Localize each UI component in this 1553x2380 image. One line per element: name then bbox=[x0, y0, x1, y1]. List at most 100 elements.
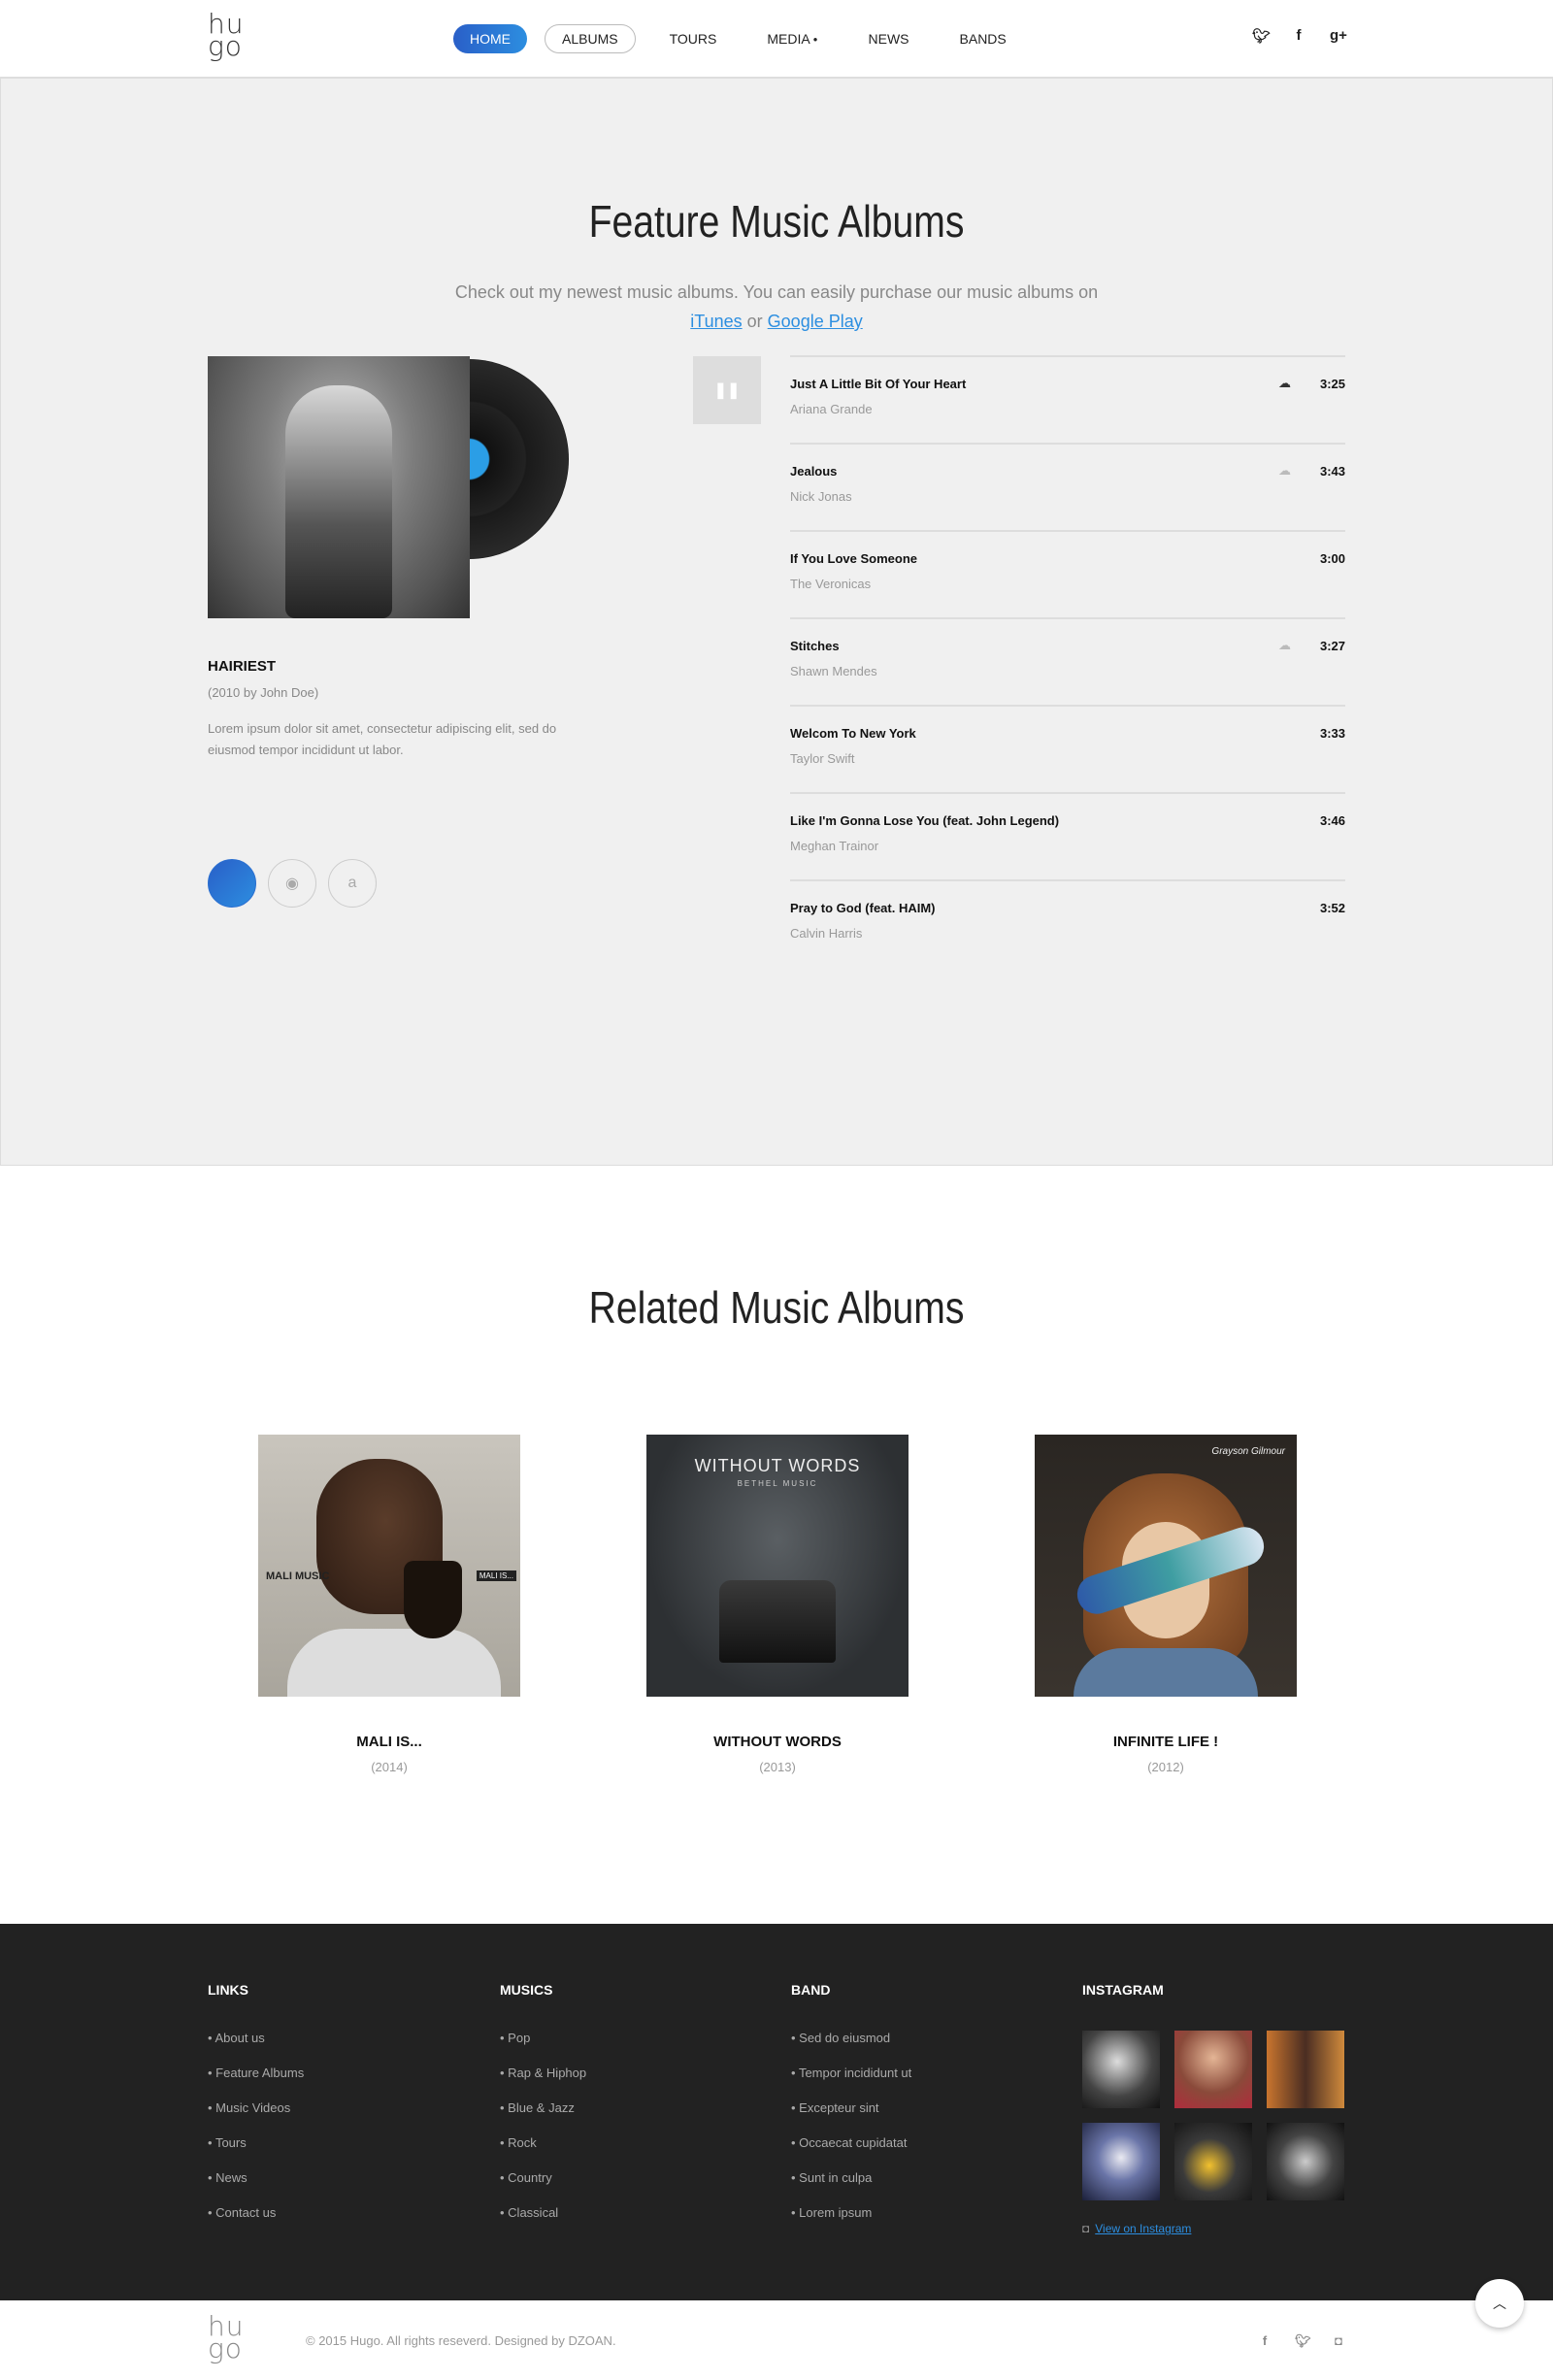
chevron-up-icon: ︿ bbox=[1493, 2296, 1506, 2311]
related-album-item[interactable]: WITHOUT WORDS BETHEL MUSIC WITHOUT WORDS… bbox=[646, 1435, 909, 1774]
track-duration: 3:33 bbox=[1319, 726, 1345, 741]
track-artist: Ariana Grande bbox=[790, 402, 873, 416]
track-row[interactable]: Jealous Nick Jonas 3:43 ☁ bbox=[790, 443, 1345, 530]
footer-link[interactable]: • Feature Albums bbox=[208, 2066, 304, 2100]
related-album-item[interactable]: Grayson Gilmour INFINITE LIFE ! (2012) bbox=[1035, 1435, 1297, 1774]
site-header: hu go Home Albums Tours Media ● News Band… bbox=[0, 0, 1553, 78]
instagram-photo[interactable] bbox=[1174, 2031, 1252, 2108]
apple-store-button[interactable] bbox=[208, 859, 256, 908]
footer-band-link[interactable]: • Occaecat cupidatat bbox=[791, 2135, 911, 2170]
track-title[interactable]: Just A Little Bit Of Your Heart bbox=[790, 377, 966, 391]
footer-band-link[interactable]: • Tempor incididunt ut bbox=[791, 2066, 911, 2100]
download-icon[interactable]: ☁ bbox=[1278, 463, 1291, 479]
facebook-icon[interactable]: f bbox=[1291, 27, 1306, 45]
footer-music-link[interactable]: • Pop bbox=[500, 2031, 586, 2066]
footer-music-link[interactable]: • Country bbox=[500, 2170, 586, 2205]
track-title[interactable]: Like I'm Gonna Lose You (feat. John Lege… bbox=[790, 813, 1059, 828]
track-artist: Meghan Trainor bbox=[790, 839, 879, 853]
track-list: Just A Little Bit Of Your Heart Ariana Gr… bbox=[790, 355, 1345, 967]
spotify-button[interactable]: ◉ bbox=[268, 859, 316, 908]
track-duration: 3:27 bbox=[1319, 639, 1345, 653]
footer-link[interactable]: • Music Videos bbox=[208, 2100, 304, 2135]
track-title[interactable]: If You Love Someone bbox=[790, 551, 917, 566]
footer-band-link[interactable]: • Sed do eiusmod bbox=[791, 2031, 911, 2066]
footer-band-link[interactable]: • Lorem ipsum bbox=[791, 2205, 911, 2240]
track-title[interactable]: Pray to God (feat. HAIM) bbox=[790, 901, 936, 915]
amazon-button[interactable]: a bbox=[328, 859, 377, 908]
related-album-year: (2013) bbox=[759, 1760, 796, 1774]
facebook-icon[interactable]: f bbox=[1258, 2333, 1272, 2349]
track-row[interactable]: Stitches Shawn Mendes 3:27 ☁ bbox=[790, 617, 1345, 705]
track-artist: Shawn Mendes bbox=[790, 664, 877, 678]
track-title[interactable]: Stitches bbox=[790, 639, 840, 653]
google-plus-icon[interactable]: g+ bbox=[1330, 27, 1347, 45]
twitter-icon[interactable]: 🐦︎ bbox=[1252, 27, 1271, 45]
track-row[interactable]: If You Love Someone The Veronicas 3:00 bbox=[790, 530, 1345, 617]
google-play-link[interactable]: Google Play bbox=[768, 312, 863, 331]
instagram-photo[interactable] bbox=[1267, 2123, 1344, 2200]
album-cover-hairiest bbox=[208, 356, 470, 618]
site-logo[interactable]: hu go bbox=[208, 11, 245, 60]
instagram-photo[interactable] bbox=[1082, 2031, 1160, 2108]
caret-down-icon: ● bbox=[812, 35, 818, 45]
instagram-photo[interactable] bbox=[1082, 2123, 1160, 2200]
track-title[interactable]: Jealous bbox=[790, 464, 837, 479]
itunes-link[interactable]: iTunes bbox=[690, 312, 742, 331]
download-icon[interactable]: ☁ bbox=[1278, 638, 1291, 653]
nav-news[interactable]: News bbox=[852, 24, 926, 53]
footer-band-link[interactable]: • Excepteur sint bbox=[791, 2100, 911, 2135]
track-row[interactable]: Welcom To New York Taylor Swift 3:33 bbox=[790, 705, 1345, 792]
download-icon[interactable]: ☁ bbox=[1278, 376, 1291, 391]
footer-music-link[interactable]: • Rap & Hiphop bbox=[500, 2066, 586, 2100]
footer-music-link[interactable]: • Classical bbox=[500, 2205, 586, 2240]
related-album-item[interactable]: MALI MUSIC MALI IS... MALI IS... (2014) bbox=[258, 1435, 520, 1774]
featured-description: Check out my newest music albums. You ca… bbox=[454, 282, 1099, 331]
track-title[interactable]: Welcom To New York bbox=[790, 726, 916, 741]
nav-media[interactable]: Media ● bbox=[750, 24, 834, 53]
track-artist: Nick Jonas bbox=[790, 489, 852, 504]
album-cover-infinite-life[interactable]: Grayson Gilmour bbox=[1035, 1435, 1297, 1697]
footer-band-link[interactable]: • Sunt in culpa bbox=[791, 2170, 911, 2205]
related-album-year: (2014) bbox=[371, 1760, 408, 1774]
album-cover-without-words[interactable]: WITHOUT WORDS BETHEL MUSIC bbox=[646, 1435, 909, 1697]
instagram-photo[interactable] bbox=[1267, 2031, 1344, 2108]
track-row[interactable]: Pray to God (feat. HAIM) Calvin Harris 3:5… bbox=[790, 879, 1345, 967]
instagram-link[interactable]: ◘ View on Instagram bbox=[1082, 2222, 1344, 2235]
related-album-name[interactable]: WITHOUT WORDS bbox=[646, 1734, 909, 1750]
instagram-icon[interactable]: ◘ bbox=[1332, 2333, 1345, 2349]
related-album-name[interactable]: INFINITE LIFE ! bbox=[1035, 1734, 1297, 1750]
related-title: Related Music Albums bbox=[588, 1282, 965, 1333]
related-album-name[interactable]: MALI IS... bbox=[258, 1734, 520, 1750]
copyright: © 2015 Hugo. All rights reseverd. Design… bbox=[306, 2333, 616, 2348]
footer-music-link[interactable]: • Rock bbox=[500, 2135, 586, 2170]
instagram-photo[interactable] bbox=[1174, 2123, 1252, 2200]
footer-logo[interactable]: hu go bbox=[208, 2313, 245, 2363]
back-to-top-button[interactable]: ︿ bbox=[1475, 2279, 1524, 2328]
track-artist: The Veronicas bbox=[790, 577, 872, 591]
footer-link[interactable]: • News bbox=[208, 2170, 304, 2205]
track-duration: 3:46 bbox=[1319, 813, 1345, 828]
album-cover-mali[interactable]: MALI MUSIC MALI IS... bbox=[258, 1435, 520, 1697]
album-year: (2010 by John Doe) bbox=[208, 685, 319, 700]
instagram-icon: ◘ bbox=[1082, 2222, 1090, 2235]
footer-link[interactable]: • Tours bbox=[208, 2135, 304, 2170]
nav-tours[interactable]: Tours bbox=[653, 24, 734, 53]
footer-music-link[interactable]: • Blue & Jazz bbox=[500, 2100, 586, 2135]
track-artist: Taylor Swift bbox=[790, 751, 855, 766]
instagram-grid bbox=[1082, 2031, 1344, 2200]
featured-title: Feature Music Albums bbox=[588, 196, 965, 247]
pause-button[interactable]: ❚❚ bbox=[693, 356, 761, 424]
nav-albums[interactable]: Albums bbox=[545, 24, 636, 53]
nav-bands[interactable]: Bands bbox=[943, 24, 1023, 53]
track-row[interactable]: Like I'm Gonna Lose You (feat. John Lege… bbox=[790, 792, 1345, 879]
site-footer: LINKS • About us • Feature Albums • Music … bbox=[0, 1924, 1553, 2300]
related-album-year: (2012) bbox=[1147, 1760, 1184, 1774]
footer-link[interactable]: • About us bbox=[208, 2031, 304, 2066]
footer-link[interactable]: • Contact us bbox=[208, 2205, 304, 2240]
twitter-icon[interactable]: 🐦︎ bbox=[1295, 2333, 1311, 2349]
footer-instagram: INSTAGRAM ◘ View on Instagram bbox=[1082, 1982, 1344, 2235]
nav-home[interactable]: Home bbox=[453, 24, 527, 53]
track-row[interactable]: Just A Little Bit Of Your Heart Ariana Gr… bbox=[790, 355, 1345, 443]
footer-links: LINKS • About us • Feature Albums • Music … bbox=[208, 1982, 304, 2240]
footer-bottom-bar: hu go © 2015 Hugo. All rights reseverd. … bbox=[0, 2300, 1553, 2380]
